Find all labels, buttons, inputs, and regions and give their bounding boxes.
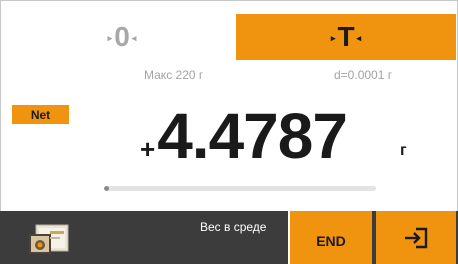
weight-value: 4.4787	[157, 100, 348, 172]
exit-button[interactable]	[376, 211, 456, 264]
capacity-bar-fill	[104, 186, 110, 191]
zero-arrow-left: ▸	[107, 32, 113, 43]
net-badge: Net	[12, 105, 69, 124]
weight-sign: +	[140, 134, 156, 164]
tare-arrow-right: ◂	[356, 32, 362, 43]
tare-button[interactable]: ▸ T ◂	[236, 14, 456, 60]
bottom-bar: Вес в среде END	[0, 211, 458, 264]
end-button[interactable]: END	[288, 211, 372, 264]
application-icon[interactable]	[26, 222, 70, 256]
zero-symbol: 0	[114, 21, 130, 52]
weight-readout: + 4.4787	[140, 100, 348, 174]
mode-label: Вес в среде	[200, 220, 267, 234]
division-label: d=0.0001 г	[334, 68, 393, 82]
tare-symbol: T	[337, 21, 355, 52]
zero-button[interactable]: ▸ 0 ◂	[12, 14, 232, 60]
end-label: END	[316, 232, 346, 249]
capacity-bar	[104, 186, 376, 191]
weight-unit: г	[400, 142, 407, 159]
exit-icon	[405, 227, 428, 248]
mode-key[interactable]: Вес в среде	[178, 211, 288, 264]
zero-arrow-right: ◂	[131, 32, 137, 43]
max-capacity-label: Макс 220 г	[144, 68, 204, 82]
tare-arrow-left: ▸	[330, 32, 336, 43]
